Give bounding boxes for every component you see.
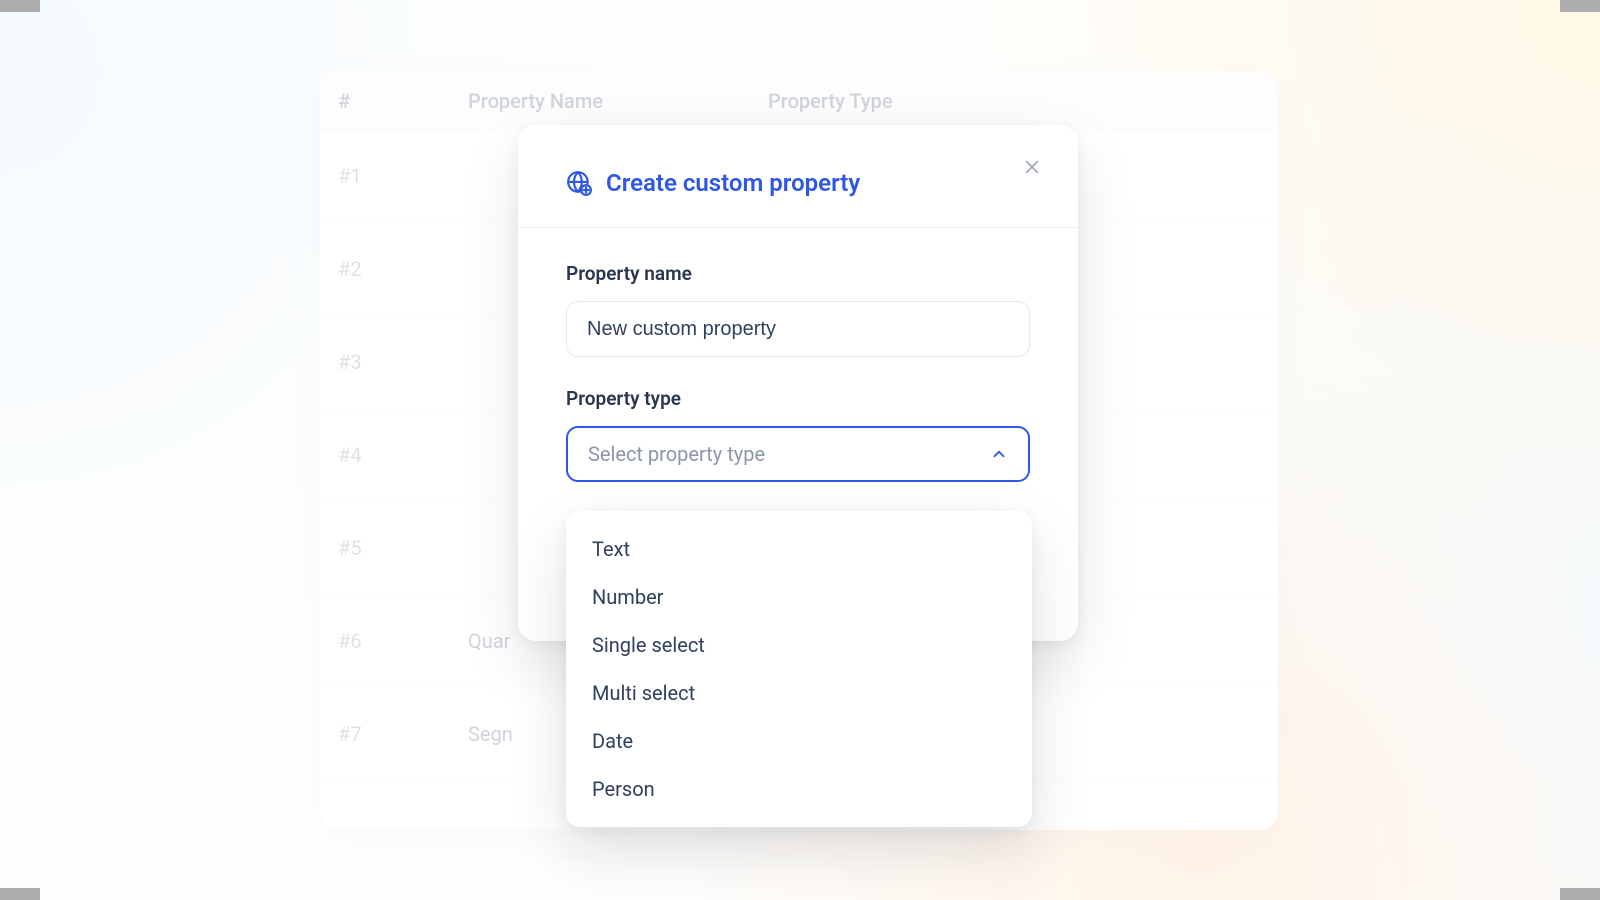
type-option-text[interactable]: Text <box>566 525 1032 573</box>
property-type-field: Property type Select property type <box>566 387 1030 482</box>
property-type-label: Property type <box>566 387 1030 410</box>
close-button[interactable] <box>1018 153 1046 181</box>
property-name-input[interactable] <box>566 301 1030 357</box>
property-name-field: Property name <box>566 262 1030 357</box>
modal-title: Create custom property <box>606 169 860 197</box>
modal-header: Create custom property <box>518 125 1078 228</box>
type-option-date[interactable]: Date <box>566 717 1032 765</box>
property-type-select[interactable]: Select property type <box>566 426 1030 482</box>
globe-plus-icon <box>566 170 592 196</box>
type-option-multi-select[interactable]: Multi select <box>566 669 1032 717</box>
property-type-dropdown: Text Number Single select Multi select D… <box>566 511 1032 827</box>
chevron-up-icon <box>990 445 1008 463</box>
type-option-single-select[interactable]: Single select <box>566 621 1032 669</box>
type-option-person[interactable]: Person <box>566 765 1032 813</box>
property-type-placeholder: Select property type <box>588 442 765 466</box>
modal-body: Property name Property type Select prope… <box>518 228 1078 482</box>
type-option-number[interactable]: Number <box>566 573 1032 621</box>
property-name-label: Property name <box>566 262 1030 285</box>
close-icon <box>1024 159 1040 175</box>
